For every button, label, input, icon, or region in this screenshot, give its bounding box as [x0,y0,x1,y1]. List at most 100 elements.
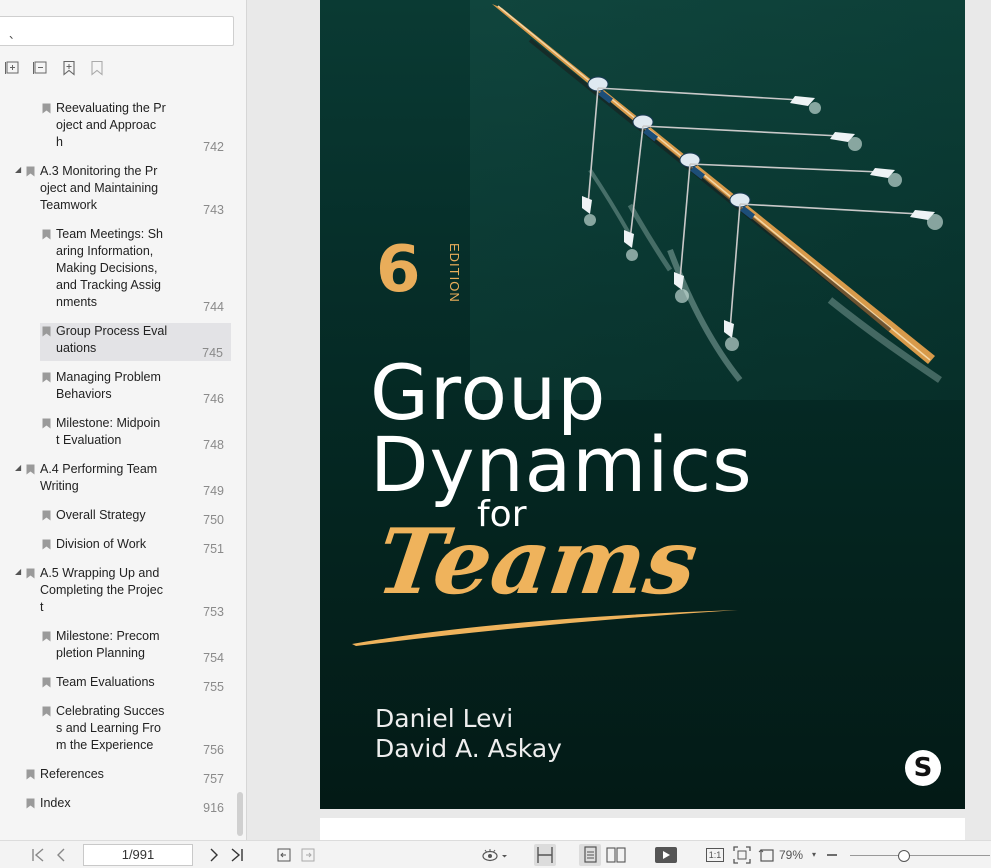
bookmark-icon [42,372,51,383]
outline-item-label: Milestone: Precom pletion Planning [56,629,160,660]
title-teams: Teams [370,509,704,615]
outline-item-page: 744 [203,300,224,314]
outline-item-page: 746 [203,392,224,406]
outline-item[interactable]: Team Meetings: Sh aring Information, Mak… [0,226,232,315]
next-page-button[interactable] [207,846,221,864]
outline-item[interactable]: Team Evaluations 755 [0,674,232,695]
publisher-logo-letter: S [913,753,933,783]
first-page-button[interactable] [30,846,46,864]
outline-item[interactable]: Overall Strategy 750 [0,507,232,528]
single-page-icon[interactable] [579,844,601,866]
bookmark-icon [42,539,51,550]
search-input[interactable]: 、 [0,16,234,46]
outline-item[interactable]: Reevaluating the Pr oject and Approac h 7… [0,100,232,155]
bookmark-sidebar: 、 Reevaluating the Pr oject and Approac … [0,0,247,840]
zoom-out-icon[interactable] [826,846,838,864]
fit-width-icon[interactable] [534,844,556,866]
outline-item[interactable]: Milestone: Midpoin t Evaluation 748 [0,415,232,453]
outline-item-page: 751 [203,542,224,556]
outline-item-label: Managing Problem Behaviors [56,370,161,401]
outline-item[interactable]: ◢ A.3 Monitoring the Pr oject and Maintai… [0,163,232,218]
back-view-icon[interactable] [277,846,291,864]
outline-item-label: A.5 Wrapping Up and Completing the Proje… [40,566,163,614]
outline-item-label: Index [40,796,71,810]
bookmark-outline-icon[interactable] [89,60,105,76]
outline-item-page: 749 [203,484,224,498]
outline-item[interactable]: ◢ A.5 Wrapping Up and Completing the Proj… [0,565,232,620]
collapse-all-icon[interactable] [33,60,49,76]
outline-item[interactable]: ◢ A.4 Performing Team Writing 749 [0,461,232,499]
outline-item-label: Celebrating Succes s and Learning Fro m … [56,704,165,752]
expand-toggle-icon[interactable]: ◢ [15,568,23,576]
search-value: 、 [9,29,20,41]
outline-item-page: 742 [203,140,224,154]
outline-item-page: 748 [203,438,224,452]
forward-view-icon[interactable] [301,846,315,864]
author-2: David A. Askay [375,734,562,763]
bookmark-icon [26,798,35,809]
outline-item[interactable]: Managing Problem Behaviors 746 [0,369,232,407]
fit-page-icon[interactable] [733,846,751,864]
bookmark-icon [42,510,51,521]
outline-item-label: Reevaluating the Pr oject and Approac h [56,101,166,149]
publisher-logo: S [905,750,941,786]
outline-item-page: 754 [203,651,224,665]
two-page-icon[interactable] [605,846,627,864]
outline-item-page: 757 [203,772,224,786]
book-cover-page: 6 EDITION Group Dynamics for Teams Danie… [320,0,965,809]
outline-item-label: Team Evaluations [56,675,155,689]
bookmark-icon [42,677,51,688]
actual-size-label: 1:1 [706,848,724,862]
title-underline-swoosh [352,610,738,646]
outline-item-label: Overall Strategy [56,508,146,522]
title-line-2: Dynamics [370,420,753,509]
previous-page-button[interactable] [54,846,68,864]
zoom-slider-thumb[interactable] [898,850,910,862]
author-1: Daniel Levi [375,704,514,733]
outline-item-page: 916 [203,801,224,815]
outline-item[interactable]: References 757 [0,766,232,787]
outline-item-label: Team Meetings: Sh aring Information, Mak… [56,227,163,309]
bookmark-icon [42,229,51,240]
actual-size-button[interactable]: 1:1 [706,846,724,864]
zoom-level[interactable]: 79% [779,846,809,864]
slideshow-play-icon[interactable] [654,846,678,864]
rotate-icon[interactable] [758,846,776,864]
outline-item-label: Group Process Eval uations [56,324,168,355]
bookmark-icon [42,706,51,717]
outline-item-label: A.3 Monitoring the Pr oject and Maintain… [40,164,159,212]
edition-label: EDITION [447,243,462,303]
sidebar-scrollbar[interactable] [237,792,243,836]
bookmark-icon [42,631,51,642]
bookmark-icon [42,326,51,337]
outline-item-page: 750 [203,513,224,527]
outline-item-label: References [40,767,104,781]
zoom-dropdown-icon[interactable]: ▾ [810,846,818,864]
last-page-button[interactable] [229,846,245,864]
outline-item-page: 753 [203,605,224,619]
outline-item-label: Milestone: Midpoin t Evaluation [56,416,161,447]
expand-all-icon[interactable] [5,60,21,76]
outline-item[interactable]: Group Process Eval uations 745 [40,323,231,361]
expand-toggle-icon[interactable]: ◢ [15,166,23,174]
page-number-input[interactable]: 1/991 [83,844,193,866]
zoom-slider-track[interactable] [850,855,990,856]
outline-item[interactable]: Milestone: Precom pletion Planning 754 [0,628,232,666]
outline-item-page: 745 [202,346,223,360]
outline-item-page: 755 [203,680,224,694]
rowing-boat-image [470,0,965,400]
bottom-toolbar: 1/991 1:1 79% ▾ [0,840,991,868]
eye-protection-icon[interactable] [481,846,509,864]
bookmark-icon [26,464,35,475]
outline-item-page: 743 [203,203,224,217]
outline-item[interactable]: Division of Work 751 [0,536,232,557]
outline-item-label: Division of Work [56,537,147,551]
document-view[interactable]: 6 EDITION Group Dynamics for Teams Danie… [247,0,991,840]
add-bookmark-icon[interactable] [61,60,77,76]
outline-item-page: 756 [203,743,224,757]
outline-item[interactable]: Celebrating Succes s and Learning Fro m … [0,703,232,758]
bookmark-icon [42,418,51,429]
outline-item[interactable]: Index 916 [0,795,232,816]
expand-toggle-icon[interactable]: ◢ [15,464,23,472]
bookmark-icon [26,166,35,177]
